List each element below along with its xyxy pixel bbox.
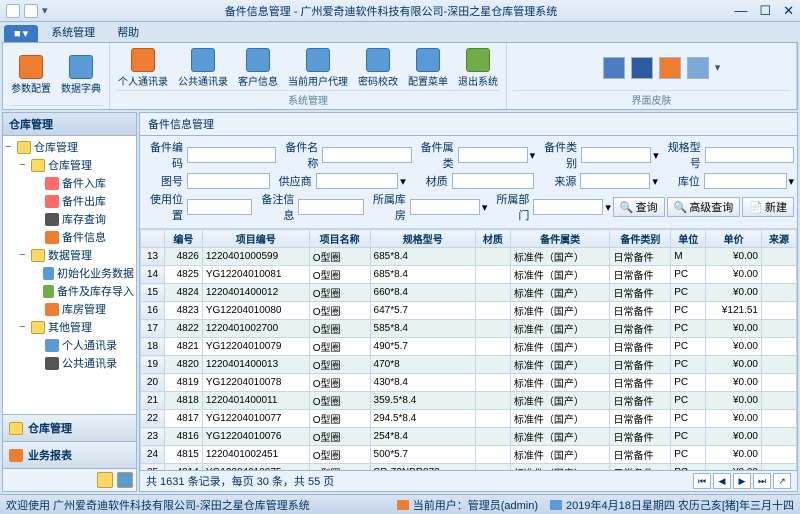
- dd-source[interactable]: [580, 173, 650, 189]
- sidebar-btn-reports[interactable]: 业务报表: [3, 441, 136, 468]
- tree-初始化业务数据[interactable]: 初始化业务数据: [5, 264, 134, 282]
- pager-next[interactable]: ▶: [733, 473, 751, 489]
- pager-first[interactable]: ⏮: [693, 473, 711, 489]
- inp-draw[interactable]: [187, 173, 270, 189]
- window-controls: — ☐ ✕: [734, 3, 794, 19]
- maximize-button[interactable]: ☐: [759, 3, 771, 19]
- tree-仓库管理[interactable]: −仓库管理: [5, 138, 134, 156]
- inp-material[interactable]: [452, 173, 535, 189]
- ribbon-数据字典[interactable]: 数据字典: [59, 53, 103, 97]
- table-row[interactable]: 234816YG1220401007​6O型圈254*8.4标准件（国产）日常备…: [141, 428, 797, 446]
- new-button[interactable]: 📄新建: [742, 197, 794, 217]
- inp-loc[interactable]: [704, 173, 787, 189]
- window-title: 备件信息管理 - 广州爱奇迪软件科技有限公司-深田之星仓库管理系统: [48, 3, 735, 19]
- dd-wh[interactable]: [410, 199, 480, 215]
- pager: 共 1631 条记录，每页 30 条，共 55 页 ⏮ ◀ ▶ ⏭ ↗: [140, 470, 797, 491]
- advanced-search-button[interactable]: 🔍高级查询: [667, 197, 741, 217]
- inp-spec[interactable]: [705, 147, 794, 163]
- quick-access: ▾: [6, 4, 48, 18]
- nav-tree: −仓库管理−仓库管理备件入库备件出库库存查询备件信息−数据管理初始化业务数据备件…: [3, 136, 136, 414]
- inp-code[interactable]: [187, 147, 276, 163]
- tab-help[interactable]: 帮助: [106, 21, 150, 42]
- dd-dept[interactable]: [533, 199, 603, 215]
- tree-个人通讯录[interactable]: 个人通讯录: [5, 336, 134, 354]
- table-row[interactable]: 134826122040100059​9O型圈685*8.4标准件（国产）日常备…: [141, 248, 797, 266]
- table-row[interactable]: 254814YG1220401007​5O型圈SR-72NBR872...标准件…: [141, 464, 797, 471]
- skin-3[interactable]: [659, 57, 681, 79]
- skin-2[interactable]: [631, 57, 653, 79]
- tree-数据管理[interactable]: −数据管理: [5, 246, 134, 264]
- dd-category[interactable]: [458, 147, 528, 163]
- tree-备件及库存导入[interactable]: 备件及库存导入: [5, 282, 134, 300]
- titlebar: ▾ 备件信息管理 - 广州爱奇迪软件科技有限公司-深田之星仓库管理系统 — ☐ …: [0, 0, 800, 22]
- footer-icon-1[interactable]: [97, 472, 113, 488]
- date-icon: [550, 500, 562, 510]
- table-row[interactable]: 224817YG1220401007​7O型圈294.5*8.4标准件（国产）日…: [141, 410, 797, 428]
- tree-备件信息[interactable]: 备件信息: [5, 228, 134, 246]
- table-row[interactable]: 194820122040140001​3O型圈470*8标准件（国产）日常备件P…: [141, 356, 797, 374]
- inp-name[interactable]: [322, 147, 411, 163]
- qat-btn2-icon[interactable]: [24, 4, 38, 18]
- ribbon-密码校改[interactable]: 密码校改: [356, 46, 400, 90]
- content-tab[interactable]: 备件信息管理: [140, 113, 797, 136]
- search-button[interactable]: 🔍查询: [613, 197, 665, 217]
- table-row[interactable]: 154824122040140001​2O型圈660*8.4标准件（国产）日常备…: [141, 284, 797, 302]
- pager-last[interactable]: ⏭: [753, 473, 771, 489]
- inp-supplier[interactable]: [316, 173, 399, 189]
- tree-备件出库[interactable]: 备件出库: [5, 192, 134, 210]
- footer-icon-2[interactable]: [117, 472, 133, 488]
- table-row[interactable]: 184821YG1220401007​9O型圈490*5.7标准件（国产）日常备…: [141, 338, 797, 356]
- skin-4[interactable]: [687, 57, 709, 79]
- file-tab[interactable]: ■▾: [4, 25, 38, 42]
- data-grid[interactable]: 编号项目编号项目名称规格型号材质备件属类备件类别单位单价来源1348261220…: [140, 229, 797, 470]
- user-icon: [397, 500, 409, 510]
- search-panel: 备件编码 备件名称 备件属类▾ 备件类别▾ 规格型号 图号 供应商▾ 材质 来源…: [140, 136, 797, 229]
- ribbon-配置菜单[interactable]: 配置菜单: [406, 46, 450, 90]
- pager-prev[interactable]: ◀: [713, 473, 731, 489]
- menu-tabs: ■▾ 系统管理 帮助: [0, 22, 800, 42]
- inp-usepos[interactable]: [187, 199, 252, 215]
- ribbon-客户信息[interactable]: 客户信息: [236, 46, 280, 90]
- ribbon-退出系统[interactable]: 退出系统: [456, 46, 500, 90]
- sidebar-header: 仓库管理: [3, 113, 136, 136]
- ribbon-个人通讯录[interactable]: 个人通讯录: [116, 46, 170, 90]
- tab-system[interactable]: 系统管理: [40, 21, 106, 42]
- tree-备件入库[interactable]: 备件入库: [5, 174, 134, 192]
- ribbon-公共通讯录[interactable]: 公共通讯录: [176, 46, 230, 90]
- table-row[interactable]: 214818122040140001​1O型圈359.5*8.4标准件（国产）日…: [141, 392, 797, 410]
- tree-库存查询[interactable]: 库存查询: [5, 210, 134, 228]
- skin-1[interactable]: [603, 57, 625, 79]
- sidebar: 仓库管理 −仓库管理−仓库管理备件入库备件出库库存查询备件信息−数据管理初始化业…: [2, 112, 137, 492]
- pager-jump[interactable]: ↗: [773, 473, 791, 489]
- table-row[interactable]: 144825YG1220401008​1O型圈685*8.4标准件（国产）日常备…: [141, 266, 797, 284]
- tree-库房管理[interactable]: 库房管理: [5, 300, 134, 318]
- table-row[interactable]: 164823YG1220401008​0O型圈647*5.7标准件（国产）日常备…: [141, 302, 797, 320]
- tree-仓库管理[interactable]: −仓库管理: [5, 156, 134, 174]
- skin-more-icon[interactable]: ▾: [715, 61, 721, 74]
- ribbon-当前用户代理[interactable]: 当前用户代理: [286, 46, 350, 90]
- ribbon-参数配置[interactable]: 参数配置: [9, 53, 53, 97]
- dd-type[interactable]: [581, 147, 651, 163]
- table-row[interactable]: 204819YG1220401007​8O型圈430*8.4标准件（国产）日常备…: [141, 374, 797, 392]
- tree-其他管理[interactable]: −其他管理: [5, 318, 134, 336]
- sidebar-btn-warehouse[interactable]: 仓库管理: [3, 414, 136, 441]
- close-button[interactable]: ✕: [783, 3, 794, 19]
- content: 备件信息管理 备件编码 备件名称 备件属类▾ 备件类别▾ 规格型号 图号 供应商…: [139, 112, 798, 492]
- table-row[interactable]: 244815122040100245​1O型圈500*5.7标准件（国产）日常备…: [141, 446, 797, 464]
- status-bar: 欢迎使用 广州爱奇迪软件科技有限公司-深田之星仓库管理系统 当前用户：管理员(a…: [0, 494, 800, 514]
- qat-save-icon[interactable]: [6, 4, 20, 18]
- inp-remark[interactable]: [298, 199, 363, 215]
- ribbon: 参数配置数据字典 个人通讯录公共通讯录客户信息当前用户代理密码校改配置菜单退出系…: [2, 42, 798, 110]
- table-row[interactable]: 174822122040100270​0O型圈585*8.4标准件（国产）日常备…: [141, 320, 797, 338]
- sidebar-footer-icons: [3, 468, 136, 491]
- tree-公共通讯录[interactable]: 公共通讯录: [5, 354, 134, 372]
- minimize-button[interactable]: —: [734, 3, 747, 19]
